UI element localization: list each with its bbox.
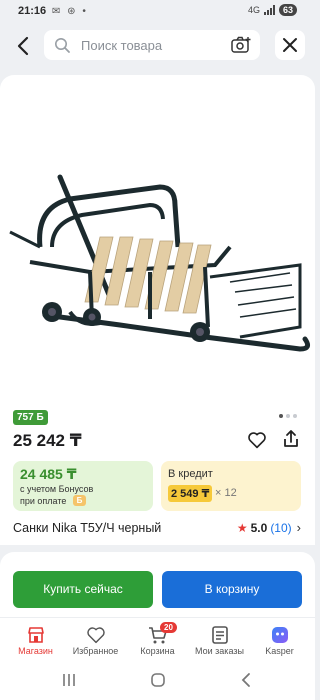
bonus-price-box[interactable]: 24 485 ₸ с учетом Бонусов при оплате Б xyxy=(13,461,153,511)
back-button[interactable] xyxy=(10,32,38,60)
tab-favorites-label: Избранное xyxy=(72,646,119,656)
credit-box[interactable]: В кредит 2 549 ₸ × 12 xyxy=(161,461,301,511)
credit-amount: 2 549 ₸ xyxy=(168,485,213,502)
product-card: 757 Б 25 242 ₸ 24 485 ₸ с учетом Бонусов… xyxy=(0,75,315,545)
network-label: 4G xyxy=(247,5,260,15)
tab-kasper[interactable]: Kasper xyxy=(248,624,311,656)
search-row: Поиск товара xyxy=(0,26,315,66)
chevron-left-icon xyxy=(17,36,29,56)
product-title: Санки Nika T5У/Ч черный xyxy=(13,521,162,535)
tab-cart[interactable]: 20 Корзина xyxy=(126,622,189,656)
share-icon[interactable] xyxy=(281,429,301,449)
tab-orders-label: Мои заказы xyxy=(195,646,244,656)
system-back-icon[interactable] xyxy=(240,672,252,693)
product-image[interactable] xyxy=(0,87,315,437)
status-time: 21:16 xyxy=(18,5,47,17)
gallery-dots xyxy=(279,414,297,418)
system-nav-bar xyxy=(0,664,315,700)
bonus-caption-line2: при оплате xyxy=(20,496,67,506)
search-icon xyxy=(55,38,70,53)
rating-link[interactable]: ★ 5.0 (10) › xyxy=(237,520,301,535)
signal-icon xyxy=(263,5,275,15)
recent-apps-icon[interactable] xyxy=(62,672,76,693)
chevron-right-icon: › xyxy=(296,520,301,535)
home-icon[interactable] xyxy=(150,672,166,693)
bonus-coin-icon: Б xyxy=(73,495,86,506)
camera-search-icon[interactable] xyxy=(231,36,251,54)
notification-icons: ✉ ⊛ • xyxy=(52,6,88,17)
buy-now-button[interactable]: Купить сейчас xyxy=(13,571,153,608)
status-right: 4G 63 xyxy=(248,4,297,16)
bonus-caption-line1: с учетом Бонусов xyxy=(20,484,94,494)
orders-icon xyxy=(211,626,228,644)
tab-orders[interactable]: Мои заказы xyxy=(188,624,251,656)
kasper-icon xyxy=(271,627,288,643)
search-input[interactable]: Поиск товара xyxy=(44,30,260,60)
add-to-cart-button[interactable]: В корзину xyxy=(162,571,302,608)
tab-shop-label: Магазин xyxy=(18,646,53,656)
tab-kasper-label: Kasper xyxy=(265,646,294,656)
star-icon: ★ xyxy=(236,520,248,535)
review-count: (10) xyxy=(270,520,292,535)
credit-multiplier: × 12 xyxy=(215,487,237,499)
heart-icon xyxy=(86,627,105,644)
points-badge: 757 Б xyxy=(13,410,48,425)
tab-cart-label: Корзина xyxy=(140,646,175,656)
product-price: 25 242 ₸ xyxy=(13,431,82,450)
cart-count-badge: 20 xyxy=(160,622,177,633)
status-bar: 21:16 ✉ ⊛ • 4G 63 xyxy=(0,0,315,24)
favorite-heart-icon[interactable] xyxy=(247,431,267,449)
close-icon xyxy=(283,38,297,52)
tab-favorites[interactable]: Избранное xyxy=(64,624,127,656)
credit-title: В кредит xyxy=(168,468,213,480)
search-placeholder: Поиск товара xyxy=(81,38,163,53)
tab-shop[interactable]: Магазин xyxy=(4,624,67,656)
battery-icon: 63 xyxy=(278,4,297,16)
close-button[interactable] xyxy=(275,30,305,60)
tab-bar: Магазин Избранное 20 Корзина Мои заказы … xyxy=(0,617,315,663)
bonus-price: 24 485 ₸ xyxy=(20,466,77,482)
rating-score: 5.0 xyxy=(250,520,268,535)
shop-icon xyxy=(27,627,44,643)
